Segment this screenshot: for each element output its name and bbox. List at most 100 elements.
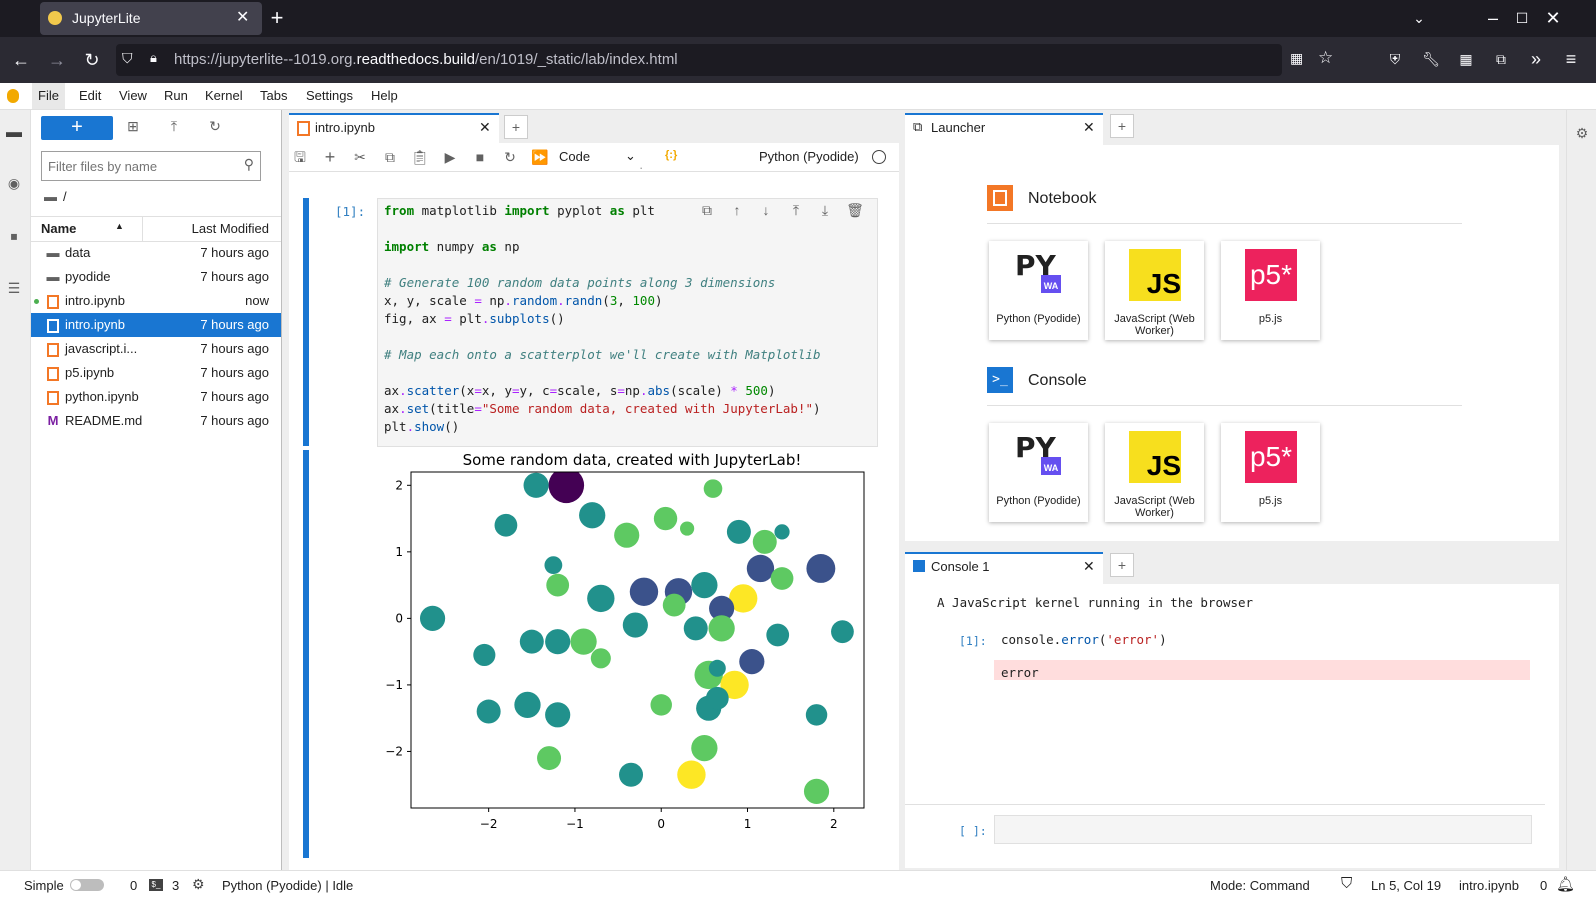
pocket-icon[interactable]: ⛨	[1380, 44, 1410, 74]
menu-edit[interactable]: Edit	[73, 83, 107, 109]
console-p5-card[interactable]: p5* p5.js	[1221, 423, 1320, 522]
breadcrumb-folder-icon[interactable]: ▬	[44, 189, 57, 204]
notebook-javascript-card[interactable]: JS JavaScript (Web Worker)	[1105, 241, 1204, 340]
tab-launcher[interactable]: ⧉ Launcher ✕	[905, 113, 1103, 145]
upload-icon[interactable]: ⤒	[163, 115, 185, 137]
menu-help[interactable]: Help	[365, 83, 404, 109]
console-python-card[interactable]: PY WA Python (Pyodide)	[989, 423, 1088, 522]
new-launcher-tab-plus-icon[interactable]: +	[1110, 114, 1134, 138]
tab-console-1[interactable]: Console 1 ✕	[905, 552, 1103, 584]
browser-tab[interactable]: JupyterLite ✕	[40, 2, 262, 35]
menu-kernel[interactable]: Kernel	[199, 83, 249, 109]
duplicate-cell-icon[interactable]: ⧉	[696, 199, 718, 221]
minimize-icon[interactable]: –	[1478, 3, 1508, 33]
forward-icon[interactable]: →	[42, 45, 72, 75]
close-notebook-tab-icon[interactable]: ✕	[479, 119, 491, 136]
cursor-position[interactable]: Ln 5, Col 19	[1371, 878, 1441, 893]
run-icon[interactable]: ▶	[439, 146, 461, 168]
tab-intro-notebook[interactable]: intro.ipynb ✕	[289, 113, 499, 145]
kernel-name[interactable]: Python (Pyodide)	[759, 149, 859, 164]
fast-forward-icon[interactable]: ⏩	[529, 146, 551, 168]
move-up-icon[interactable]: ↑	[726, 199, 748, 221]
new-tab-icon[interactable]: +	[262, 3, 292, 33]
close-tab-icon[interactable]: ✕	[236, 7, 249, 27]
kernels-count[interactable]: 3	[172, 878, 179, 893]
column-modified-header[interactable]: Last Modified	[192, 221, 269, 236]
github-icon[interactable]: ◉	[3, 172, 25, 194]
notification-count[interactable]: 0	[1540, 878, 1547, 893]
menu-tabs[interactable]: Tabs	[254, 83, 293, 109]
launcher-scrollbar[interactable]	[1547, 145, 1557, 541]
code-cell-editor[interactable]: from matplotlib import pyplot as plt imp…	[377, 198, 878, 447]
code-brackets-icon[interactable]: {:}	[665, 149, 677, 161]
notification-bell-icon[interactable]: 🔔︎	[1556, 875, 1575, 893]
code-source[interactable]: from matplotlib import pyplot as plt imp…	[384, 202, 821, 436]
notebook-python-card[interactable]: PY WA Python (Pyodide)	[989, 241, 1088, 340]
file-row[interactable]: ▬ data 7 hours ago	[31, 241, 281, 265]
kernel-status[interactable]: Python (Pyodide) | Idle	[222, 878, 353, 893]
url-text[interactable]: https://jupyterlite--1019.org.readthedoc…	[174, 51, 678, 68]
url-bar[interactable]: ⛉ 🔒︎ https://jupyterlite--1019.org.readt…	[116, 44, 1333, 76]
file-browser-folder-icon[interactable]: ▬	[3, 122, 25, 144]
running-kernels-icon[interactable]: ⏹	[3, 225, 25, 247]
copy-icon[interactable]: ⧉	[379, 146, 401, 168]
refresh-icon[interactable]: ↻	[204, 115, 226, 137]
new-launcher-button[interactable]: +	[41, 116, 113, 140]
file-row[interactable]: intro.ipynb 7 hours ago	[31, 313, 281, 337]
simple-mode-toggle[interactable]	[70, 879, 104, 891]
maximize-icon[interactable]: ☐	[1507, 3, 1537, 33]
close-window-icon[interactable]: ✕	[1538, 3, 1568, 33]
filter-files-input[interactable]	[46, 155, 230, 177]
close-console-tab-icon[interactable]: ✕	[1083, 558, 1095, 575]
file-row[interactable]: ▬ pyodide 7 hours ago	[31, 265, 281, 289]
file-row[interactable]: python.ipynb 7 hours ago	[31, 385, 281, 409]
restart-icon[interactable]: ↻	[499, 146, 521, 168]
column-name-header[interactable]: Name	[41, 221, 76, 236]
list-tabs-icon[interactable]: ⌄	[1404, 3, 1434, 33]
cell-type-select[interactable]: Code ⌄	[559, 146, 639, 168]
file-row[interactable]: intro.ipynb now	[31, 289, 281, 313]
file-row[interactable]: p5.ipynb 7 hours ago	[31, 361, 281, 385]
extensions-icon[interactable]: ⧉	[1486, 44, 1516, 74]
notebook-icon	[45, 337, 61, 361]
wrench-icon[interactable]: 🔧︎	[1416, 44, 1446, 74]
breadcrumb[interactable]: /	[63, 189, 67, 204]
file-row[interactable]: M README.md 7 hours ago	[31, 409, 281, 433]
menu-settings[interactable]: Settings	[300, 83, 359, 109]
menu-view[interactable]: View	[113, 83, 153, 109]
qr-code-icon[interactable]: ▦	[1290, 50, 1303, 67]
delete-cell-icon[interactable]: 🗑︎	[844, 199, 866, 221]
insert-above-icon[interactable]: ⤒	[785, 199, 807, 221]
insert-cell-icon[interactable]: +	[319, 146, 341, 168]
back-icon[interactable]: ←	[6, 45, 36, 75]
lock-icon[interactable]: 🔒︎	[150, 50, 157, 66]
move-down-icon[interactable]: ↓	[755, 199, 777, 221]
filter-files-field[interactable]: ⚲	[41, 151, 261, 181]
save-icon[interactable]: 🖫︎	[289, 146, 311, 168]
overflow-icon[interactable]: »	[1521, 44, 1551, 74]
console-input-editor[interactable]	[994, 815, 1532, 844]
menu-file[interactable]: File	[32, 83, 65, 109]
stop-icon[interactable]: ■	[469, 146, 491, 168]
cut-icon[interactable]: ✂	[349, 146, 371, 168]
paste-icon[interactable]: 📋︎	[409, 146, 431, 168]
bookmark-star-icon[interactable]: ☆	[1318, 48, 1333, 68]
terminals-count[interactable]: 0	[130, 878, 137, 893]
close-launcher-tab-icon[interactable]: ✕	[1083, 119, 1095, 136]
new-console-tab-plus-icon[interactable]: +	[1110, 553, 1134, 577]
file-row[interactable]: javascript.i... 7 hours ago	[31, 337, 281, 361]
insert-below-icon[interactable]: ⤓	[814, 199, 836, 221]
sort-up-icon[interactable]: ▲	[115, 221, 124, 231]
console-body[interactable]: A JavaScript kernel running in the brows…	[905, 584, 1559, 868]
reload-icon[interactable]: ↻	[77, 45, 107, 75]
apps-icon[interactable]: ▦	[1451, 44, 1481, 74]
new-folder-icon[interactable]: ⊞	[122, 115, 144, 137]
shield-icon[interactable]: ⛉	[122, 50, 133, 67]
table-of-contents-icon[interactable]: ☰	[3, 277, 25, 299]
hamburger-menu-icon[interactable]: ≡	[1556, 44, 1586, 74]
notebook-p5-card[interactable]: p5* p5.js	[1221, 241, 1320, 340]
property-inspector-gear-icon[interactable]: ⚙	[1571, 122, 1593, 144]
console-javascript-card[interactable]: JS JavaScript (Web Worker)	[1105, 423, 1204, 522]
new-tab-plus-icon[interactable]: +	[504, 115, 528, 139]
menu-run[interactable]: Run	[158, 83, 194, 109]
